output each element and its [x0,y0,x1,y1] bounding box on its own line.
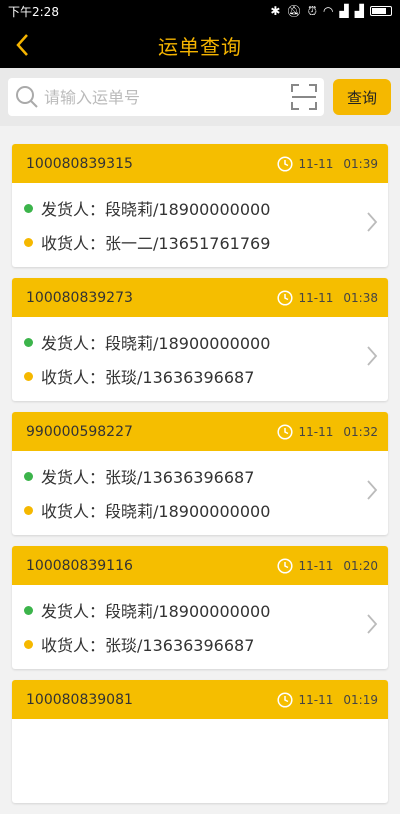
waybill-time: 11-11 01:20 [276,557,378,574]
sender-row: 发货人： 段晓莉/18900000000 [24,593,388,627]
chevron-right-icon [367,212,378,232]
page-title: 运单查询 [158,34,242,59]
sender-dot-icon [24,203,33,213]
waybill-number: 990000598227 [26,423,133,440]
waybill-header: 100080839081 11-11 01:19 [12,680,388,719]
sender-value: 段晓莉/18900000000 [105,602,271,621]
search-bar: 查询 [0,68,400,126]
waybill-time-text: 01:32 [343,424,378,439]
waybill-number: 100080839315 [26,155,133,172]
sender-row: 发货人： 张琰/13636396687 [24,459,388,493]
signal-icon: ▟ [354,4,364,18]
waybill-date-text: 11-11 [298,558,334,573]
sender-label: 发货人： [41,200,106,219]
clock-icon [276,691,293,708]
clock-icon [276,557,293,574]
sender-value: 段晓莉/18900000000 [105,200,271,219]
waybill-card[interactable]: 990000598227 11-11 01:32 发货人： 张琰/13636396687… [12,412,388,535]
waybill-number: 100080839116 [26,557,133,574]
alarm-icon: ⏰︎ [307,4,318,18]
waybill-time: 11-11 01:19 [276,691,378,708]
sender-dot-icon [24,471,33,481]
waybill-time: 11-11 01:38 [276,289,378,306]
waybill-header: 100080839116 11-11 01:20 [12,546,388,585]
waybill-card[interactable]: 100080839081 11-11 01:19 [12,680,388,803]
waybill-details: 发货人： 段晓莉/18900000000 收货人： 张一二/13651761769 [12,183,388,259]
battery-icon [370,6,392,16]
chevron-right-icon [367,480,378,500]
waybill-time-text: 01:19 [343,692,378,707]
sender-value: 段晓莉/18900000000 [105,334,271,353]
sender-value: 张琰/13636396687 [105,468,255,487]
sender-row: 发货人： 段晓莉/18900000000 [24,325,388,359]
waybill-time-text: 01:20 [343,558,378,573]
bluetooth-icon: ✱ [270,4,281,18]
waybill-card[interactable]: 100080839116 11-11 01:20 发货人： 段晓莉/1890000000… [12,546,388,669]
sender-label: 发货人： [41,468,106,487]
waybill-list: 100080839315 11-11 01:39 发货人： 段晓莉/1890000000… [12,144,388,814]
waybill-date-text: 11-11 [298,290,334,305]
receiver-value: 张一二/13651761769 [105,234,271,253]
chevron-right-icon [367,614,378,634]
waybill-date-text: 11-11 [298,156,334,171]
sender-label: 发货人： [41,334,106,353]
search-icon [16,86,38,108]
wifi-icon: ◠ [323,4,334,18]
receiver-value: 段晓莉/18900000000 [105,502,271,521]
waybill-header: 100080839273 11-11 01:38 [12,278,388,317]
waybill-time-text: 01:39 [343,156,378,171]
waybill-number: 100080839273 [26,289,133,306]
sender-label: 发货人： [41,602,106,621]
receiver-dot-icon [24,505,33,515]
receiver-dot-icon [24,639,33,649]
status-time: 下午2:28 [8,4,59,19]
waybill-details: 发货人： 段晓莉/18900000000 收货人： 张琰/13636396687 [12,317,388,393]
clock-icon [276,423,293,440]
signal-icon: ▟ [339,4,349,18]
waybill-card[interactable]: 100080839315 11-11 01:39 发货人： 段晓莉/1890000000… [12,144,388,267]
waybill-time: 11-11 01:32 [276,423,378,440]
status-icons: ✱ 🔕︎ ⏰︎ ◠ ▟ ▟ [270,5,392,17]
chevron-right-icon [367,346,378,366]
app-bar: 运单查询 [0,22,400,68]
waybill-header: 100080839315 11-11 01:39 [12,144,388,183]
waybill-details: 发货人： 张琰/13636396687 收货人： 段晓莉/18900000000 [12,451,388,527]
clock-icon [276,155,293,172]
sender-dot-icon [24,337,33,347]
waybill-details: 发货人： 段晓莉/18900000000 收货人： 张琰/13636396687 [12,585,388,661]
receiver-label: 收货人： [41,234,106,253]
scan-icon[interactable] [290,83,318,111]
sender-dot-icon [24,605,33,615]
receiver-row: 收货人： 段晓莉/18900000000 [24,493,388,527]
mute-icon: 🔕︎ [286,4,302,18]
waybill-card[interactable]: 100080839273 11-11 01:38 发货人： 段晓莉/1890000000… [12,278,388,401]
receiver-value: 张琰/13636396687 [105,636,255,655]
receiver-dot-icon [24,371,33,381]
receiver-row: 收货人： 张琰/13636396687 [24,627,388,661]
waybill-header: 990000598227 11-11 01:32 [12,412,388,451]
receiver-label: 收货人： [41,368,106,387]
receiver-row: 收货人： 张一二/13651761769 [24,225,388,259]
waybill-date-text: 11-11 [298,424,334,439]
waybill-time-text: 01:38 [343,290,378,305]
back-icon[interactable] [8,30,36,60]
search-input[interactable] [40,87,288,107]
receiver-label: 收货人： [41,502,106,521]
sender-row: 发货人： 段晓莉/18900000000 [24,191,388,225]
waybill-number: 100080839081 [26,691,133,708]
waybill-date-text: 11-11 [298,692,334,707]
search-box[interactable] [8,78,324,116]
receiver-row: 收货人： 张琰/13636396687 [24,359,388,393]
receiver-dot-icon [24,237,33,247]
clock-icon [276,289,293,306]
status-bar: 下午2:28 ✱ 🔕︎ ⏰︎ ◠ ▟ ▟ [0,0,400,22]
waybill-time: 11-11 01:39 [276,155,378,172]
receiver-label: 收货人： [41,636,106,655]
query-button[interactable]: 查询 [333,79,391,115]
receiver-value: 张琰/13636396687 [105,368,255,387]
